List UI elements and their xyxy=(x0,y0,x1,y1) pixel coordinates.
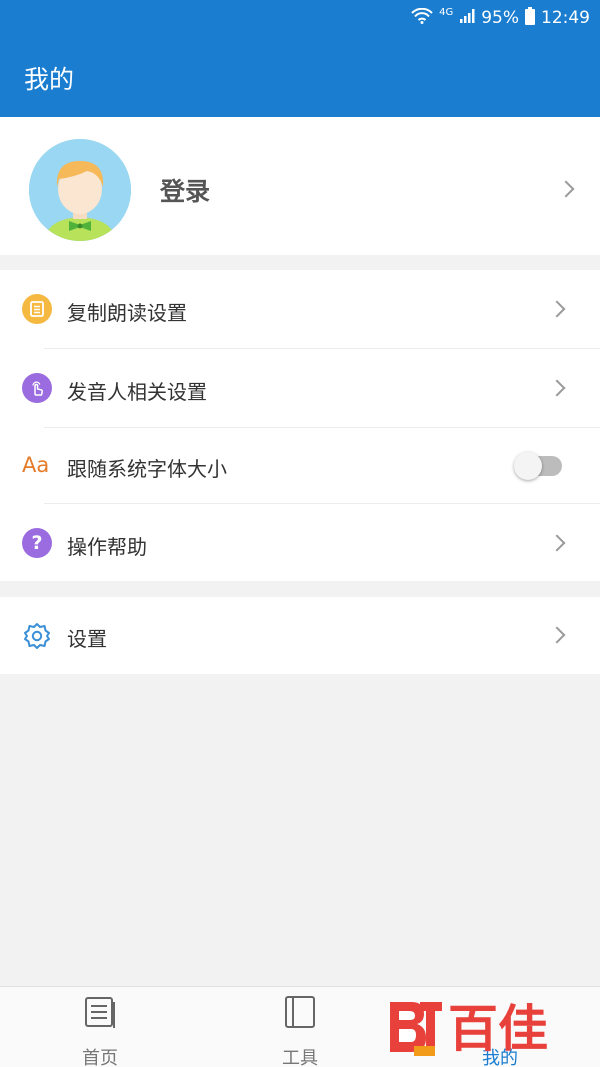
tab-tools[interactable]: 工具 xyxy=(200,987,400,1067)
default-avatar-icon xyxy=(29,139,131,241)
tab-home[interactable]: 首页 xyxy=(0,987,200,1067)
profile-login-row[interactable]: 登录 xyxy=(0,117,600,255)
settings-group-general: 设置 xyxy=(0,597,600,674)
chevron-right-icon xyxy=(548,534,566,552)
page-title: 我的 xyxy=(24,65,75,94)
wifi-icon xyxy=(411,7,433,28)
question-icon: ? xyxy=(22,528,52,558)
chevron-right-icon xyxy=(548,379,566,397)
clock: 12:49 xyxy=(541,8,590,28)
login-label: 登录 xyxy=(160,177,211,206)
tab-label: 首页 xyxy=(82,1048,118,1067)
signal-icon xyxy=(459,8,475,28)
notebook-icon xyxy=(285,996,315,1028)
toggle-knob xyxy=(514,452,542,480)
hand-tap-icon xyxy=(22,373,52,403)
app-header: 我的 xyxy=(0,36,600,117)
font-size-icon: Aa xyxy=(22,453,50,477)
menu-item-copy-read-settings[interactable]: 复制朗读设置 xyxy=(0,270,600,348)
menu-item-follow-system-font: Aa 跟随系统字体大小 xyxy=(0,428,600,503)
gear-icon xyxy=(22,621,52,651)
menu-item-settings[interactable]: 设置 xyxy=(0,597,600,674)
menu-item-label: 设置 xyxy=(67,627,107,651)
watermark-text: 百佳 xyxy=(448,1000,548,1058)
home-list-icon xyxy=(85,997,115,1028)
follow-system-font-toggle[interactable] xyxy=(514,452,562,480)
tab-label: 工具 xyxy=(282,1048,318,1067)
watermark-logo: 百佳 xyxy=(386,996,586,1058)
battery-percent: 95% xyxy=(481,8,519,28)
chevron-right-icon xyxy=(548,300,566,318)
chevron-right-icon xyxy=(557,180,575,198)
battery-icon xyxy=(525,7,535,29)
menu-item-label: 操作帮助 xyxy=(67,535,147,559)
settings-group-main: 复制朗读设置 发音人相关设置 Aa 跟随系统字体大小 ? 操作帮助 xyxy=(0,270,600,581)
document-icon xyxy=(22,294,52,324)
menu-item-help[interactable]: ? 操作帮助 xyxy=(0,504,600,581)
status-bar: 4G 95% 12:49 xyxy=(0,0,600,36)
brand-logo-icon: 百佳 xyxy=(390,1000,548,1058)
menu-item-label: 复制朗读设置 xyxy=(67,301,187,325)
chevron-right-icon xyxy=(548,626,566,644)
network-type: 4G xyxy=(439,6,454,18)
menu-item-label: 发音人相关设置 xyxy=(67,380,207,404)
menu-item-voice-settings[interactable]: 发音人相关设置 xyxy=(0,349,600,427)
avatar[interactable] xyxy=(29,139,131,241)
menu-item-label: 跟随系统字体大小 xyxy=(67,457,227,481)
